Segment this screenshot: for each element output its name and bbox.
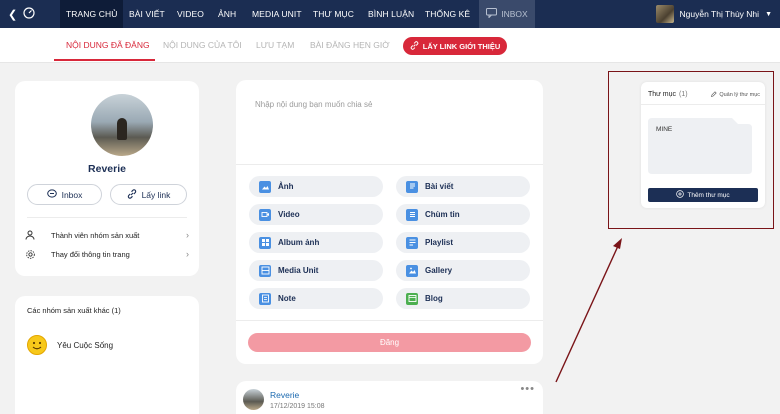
manage-folders-link[interactable]: Quản lý thư mục (711, 91, 760, 99)
manage-folders-label: Quản lý thư mục (719, 92, 760, 98)
divider (641, 104, 765, 105)
add-folder-button[interactable]: Thêm thư mục (648, 188, 758, 202)
folder-panel-title-text: Thư mục (648, 91, 677, 98)
folder-panel-title: Thư mục (1) (648, 91, 688, 98)
add-folder-label: Thêm thư mục (687, 191, 730, 199)
plus-circle-icon (676, 190, 685, 200)
folder-name: MINE (656, 126, 673, 133)
folder-count: (1) (679, 91, 688, 98)
pencil-icon (711, 91, 717, 99)
folder-item[interactable]: MINE (648, 118, 752, 174)
folder-panel: Thư mục (1) Quản lý thư mục MINE Thêm thư… (641, 82, 765, 208)
